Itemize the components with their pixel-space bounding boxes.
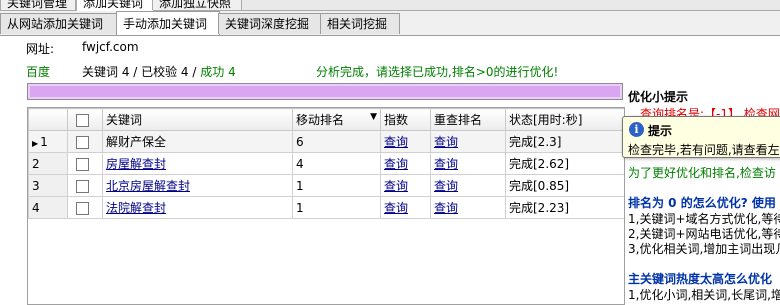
checkbox-icon[interactable] (76, 113, 89, 127)
tab-add-snapshot[interactable]: 添加独立快照 (152, 0, 242, 10)
tab-deep-mining[interactable]: 关键词深度挖掘 (218, 13, 322, 34)
status-message: 分析完成，请选择已成功,排名>0的进行优化! (316, 65, 559, 79)
index-query-link-text[interactable]: 查询 (384, 201, 408, 215)
index-query-link-text[interactable]: 查询 (384, 135, 408, 149)
keyword-link[interactable]: 北京房屋解查封 (106, 179, 190, 193)
row-number: 3 (28, 174, 68, 197)
tab-keyword-management[interactable]: 关键词管理 (0, 0, 76, 10)
recheck-query-link-text[interactable]: 查询 (434, 179, 458, 193)
rank-cell: 6 (292, 130, 381, 153)
status-cell: 完成[0.85] (505, 174, 624, 197)
checkbox-icon[interactable] (76, 201, 89, 215)
tips-line: 3,优化相关词,增加主词出现几 (628, 242, 780, 256)
row-number: ▶ 1 (28, 130, 68, 153)
tooltip-balloon: i 提示 检查完毕,若有问题,请查看左 (622, 116, 780, 158)
status-cell: 完成[2.23] (505, 196, 624, 219)
stats-success: 成功 4 (200, 65, 236, 79)
status-cell: 完成[2.3] (505, 130, 624, 153)
recheck-query-link-text[interactable]: 查询 (434, 157, 458, 171)
rank-cell: 1 (292, 174, 381, 197)
row-checkbox[interactable] (67, 196, 103, 219)
row-number: 2 (28, 152, 68, 175)
status-cell: 完成[2.62] (505, 152, 624, 175)
col-status[interactable]: 状态[用时:秒] (505, 108, 624, 131)
recheck-query-link[interactable]: 查询 (430, 196, 506, 219)
tips-line: 1,优化小词,相关词,长尾词,增 (628, 288, 780, 302)
col-mobile-rank[interactable]: 移动排名 ▼ (292, 108, 381, 131)
keyword-cell[interactable]: 房屋解查封 (102, 152, 293, 175)
tips-heading-rank-zero: 排名为 0 的怎么优化? 使用 (628, 196, 776, 210)
tooltip-title: 提示 (648, 124, 673, 138)
recheck-query-link[interactable]: 查询 (430, 174, 506, 197)
keyword-link[interactable]: 法院解查封 (106, 201, 166, 215)
col-index[interactable]: 指数 (380, 108, 431, 131)
index-query-link-text[interactable]: 查询 (384, 157, 408, 171)
table-row[interactable]: 4 法院解查封 1 查询 查询 完成[2.23] (28, 196, 624, 219)
recheck-query-link-text[interactable]: 查询 (434, 135, 458, 149)
tab-add-keywords[interactable]: 添加关键词 (76, 0, 154, 11)
index-query-link[interactable]: 查询 (380, 174, 431, 197)
top-tab-strip: 关键词管理 添加关键词 添加独立快照 (0, 0, 780, 11)
tips-green-note: 为了更好优化和排名,检查访 (628, 166, 776, 180)
index-query-link-text[interactable]: 查询 (384, 179, 408, 193)
tips-heading-hot-keyword: 主关键词热度太高怎么优化 (628, 272, 773, 286)
search-engine-label: 百度 (26, 65, 51, 79)
table-row[interactable]: 2 房屋解查封 4 查询 查询 完成[2.62] (28, 152, 624, 175)
row-header-corner (28, 108, 68, 131)
row-number-value: 1 (40, 134, 48, 149)
recheck-query-link[interactable]: 查询 (430, 130, 506, 153)
checkbox-icon[interactable] (76, 135, 89, 149)
col-keyword[interactable]: 关键词 (102, 108, 293, 131)
checkbox-icon[interactable] (76, 179, 89, 193)
row-checkbox[interactable] (67, 152, 103, 175)
select-all-checkbox[interactable] (67, 108, 103, 131)
keyword-cell[interactable]: 北京房屋解查封 (102, 174, 293, 197)
index-query-link[interactable]: 查询 (380, 152, 431, 175)
row-checkbox[interactable] (67, 130, 103, 153)
tooltip-text: 检查完毕,若有问题,请查看左 (628, 143, 780, 157)
table-row[interactable]: ▶ 1 解财产保全 6 查询 查询 完成[2.3] (28, 130, 624, 153)
col-mobile-rank-label: 移动排名 (296, 113, 345, 127)
grid-header-row: 关键词 移动排名 ▼ 指数 重查排名 状态[用时:秒] (28, 108, 624, 131)
index-query-link[interactable]: 查询 (380, 196, 431, 219)
table-row[interactable]: 3 北京房屋解查封 1 查询 查询 完成[0.85] (28, 174, 624, 197)
url-value: fwjcf.com (82, 40, 139, 54)
keyword-results-grid[interactable]: 关键词 移动排名 ▼ 指数 重查排名 状态[用时:秒] ▶ 1 解财产保全 6 查询… (27, 107, 625, 305)
progress-bar (27, 83, 623, 100)
recheck-query-link-text[interactable]: 查询 (434, 201, 458, 215)
info-icon: i (629, 122, 644, 137)
sort-desc-icon: ▼ (370, 112, 377, 122)
tips-title: 优化小提示 (628, 90, 689, 104)
keyword-link[interactable]: 房屋解查封 (106, 157, 166, 171)
sub-tab-strip: 从网站添加关键词 手动添加关键词 关键词深度挖掘 相关词挖掘 (0, 11, 780, 36)
tab-manual-add[interactable]: 手动添加关键词 (116, 11, 220, 35)
row-checkbox[interactable] (67, 174, 103, 197)
recheck-query-link[interactable]: 查询 (430, 152, 506, 175)
row-number: 4 (28, 196, 68, 219)
keyword-stats: 关键词 4 / 已校验 4 / 成功 4 (82, 63, 236, 80)
tab-related-mining[interactable]: 相关词挖掘 (320, 13, 400, 34)
tab-add-from-site[interactable]: 从网站添加关键词 (0, 13, 117, 34)
stats-prefix: 关键词 4 / 已校验 4 / (82, 65, 201, 79)
keyword-cell[interactable]: 解财产保全 (102, 130, 293, 153)
keyword-cell[interactable]: 法院解查封 (102, 196, 293, 219)
url-label: 网址: (26, 42, 55, 56)
index-query-link[interactable]: 查询 (380, 130, 431, 153)
checkbox-icon[interactable] (76, 157, 89, 171)
rank-cell: 1 (292, 196, 381, 219)
rank-cell: 4 (292, 152, 381, 175)
current-row-icon: ▶ (32, 138, 39, 148)
col-recheck-rank[interactable]: 重查排名 (430, 108, 506, 131)
